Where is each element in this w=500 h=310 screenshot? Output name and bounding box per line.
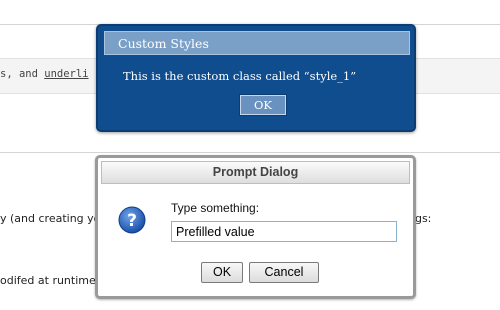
prompt-input[interactable] [171, 221, 397, 242]
dialog-titlebar[interactable]: Prompt Dialog [101, 161, 410, 184]
dialog-title: Prompt Dialog [212, 165, 299, 179]
dialog-message: This is the custom class called “style_1… [123, 69, 357, 83]
custom-styles-dialog: Custom Styles This is the custom class c… [96, 24, 416, 132]
prompt-label: Type something: [171, 201, 260, 215]
ok-button[interactable]: OK [239, 94, 287, 116]
cancel-button[interactable]: Cancel [249, 262, 319, 283]
page-text-line: odifed at runtime. [0, 274, 100, 287]
ok-button[interactable]: OK [201, 262, 243, 283]
dialog-title: Custom Styles [118, 36, 209, 51]
page-text-line: y (and creating yo [0, 212, 101, 225]
question-icon: ? [118, 206, 146, 234]
svg-text:?: ? [127, 211, 137, 231]
code-line: s, and underli [0, 68, 89, 80]
prompt-dialog: Prompt Dialog ? Type something: OK Cance… [95, 155, 416, 299]
page-divider [0, 152, 500, 153]
dialog-titlebar[interactable]: Custom Styles [104, 31, 410, 55]
